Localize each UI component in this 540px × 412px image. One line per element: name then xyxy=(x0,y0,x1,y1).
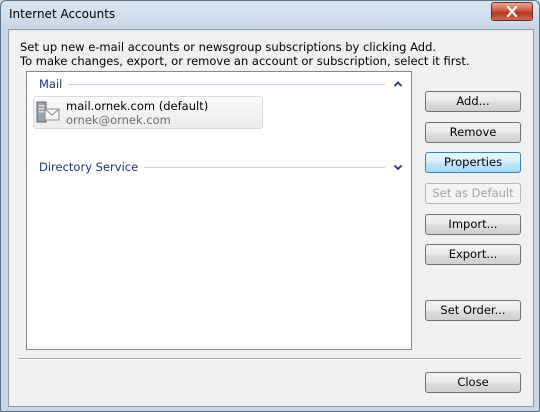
account-item-mail-ornek[interactable]: mail.ornek.com (default) ornek@ornek.com xyxy=(33,96,263,129)
add-button[interactable]: Add... xyxy=(425,91,521,112)
chevron-up-icon[interactable] xyxy=(393,79,403,89)
internet-accounts-window: Internet Accounts Set up new e-mail acco… xyxy=(0,0,540,412)
mail-group-header[interactable]: Mail xyxy=(39,76,403,92)
properties-button[interactable]: Properties xyxy=(425,152,521,173)
intro-text: Set up new e-mail accounts or newsgroup … xyxy=(20,40,470,68)
intro-line-2: To make changes, export, or remove an ac… xyxy=(20,54,470,68)
directory-group-label: Directory Service xyxy=(39,160,139,174)
export-button[interactable]: Export... xyxy=(425,244,521,265)
directory-group-header[interactable]: Directory Service xyxy=(39,159,403,175)
title-bar[interactable]: Internet Accounts xyxy=(1,1,539,29)
dialog-body: Set up new e-mail accounts or newsgroup … xyxy=(8,29,534,407)
intro-line-1: Set up new e-mail accounts or newsgroup … xyxy=(20,40,437,54)
close-button[interactable]: Close xyxy=(425,372,521,393)
mail-server-icon xyxy=(36,101,60,123)
accounts-list[interactable]: Mail mail.ornek.com (default) ornek@orne… xyxy=(26,71,412,350)
window-title: Internet Accounts xyxy=(9,7,116,21)
remove-button[interactable]: Remove xyxy=(425,122,521,143)
account-name: mail.ornek.com (default) xyxy=(66,99,209,113)
mail-group-label: Mail xyxy=(39,77,63,91)
import-button[interactable]: Import... xyxy=(425,214,521,235)
set-order-button[interactable]: Set Order... xyxy=(425,300,521,321)
set-as-default-button[interactable]: Set as Default xyxy=(425,183,521,204)
account-email: ornek@ornek.com xyxy=(66,113,171,127)
close-icon xyxy=(506,6,518,17)
footer-separator xyxy=(19,358,521,360)
chevron-down-icon[interactable] xyxy=(393,162,403,172)
group-divider xyxy=(68,83,385,85)
window-close-button[interactable] xyxy=(491,2,533,21)
group-divider xyxy=(144,166,385,168)
